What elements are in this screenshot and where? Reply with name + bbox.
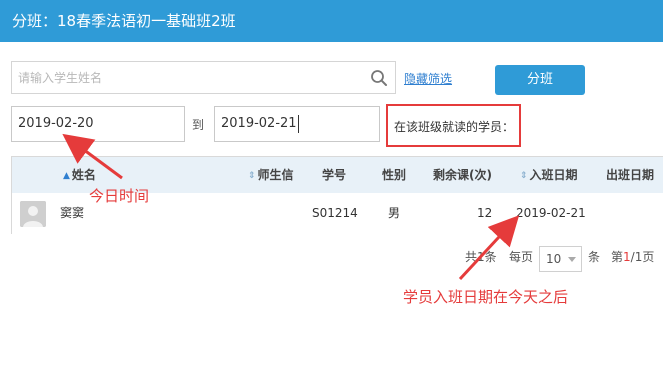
hide-filter-link[interactable]: 隐藏筛选 [404, 70, 452, 87]
cell-gender: 男 [388, 206, 401, 220]
highlight-box: 在该班级就读的学员： [386, 104, 521, 147]
search-box[interactable] [11, 61, 396, 94]
annotation-enter-after: 学员入班日期在今天之后 [403, 288, 569, 306]
per-page-label: 每页 [509, 250, 534, 264]
column-header-exit-date: 出班日期 [606, 168, 655, 182]
cell-enter-date: 2019-02-21 [516, 206, 586, 220]
chevron-down-icon [568, 257, 576, 262]
sort-icon: ⇕ [520, 171, 528, 181]
total-count: 共1条 [465, 250, 497, 264]
date-from-value: 2019-02-20 [18, 116, 94, 131]
avatar [20, 201, 46, 227]
enrolled-students-label: 在该班级就读的学员： [394, 120, 515, 134]
cell-student-id: S01214 [312, 206, 358, 220]
column-header-student-id: 学号 [322, 168, 347, 182]
date-range-to-label: 到 [192, 118, 205, 132]
cell-name[interactable]: 窦窦 [60, 193, 84, 234]
annotation-today: 今日时间 [89, 187, 150, 205]
date-from-input[interactable]: 2019-02-20 [11, 106, 185, 142]
text-caret [297, 114, 299, 133]
column-header-gender: 性别 [382, 168, 407, 182]
window-title: 分班：18春季法语初一基础班2班 [0, 0, 663, 42]
search-icon[interactable] [370, 69, 388, 87]
date-to-input[interactable]: 2019-02-21 [214, 106, 380, 142]
sort-icon: ⇕ [248, 171, 256, 181]
sort-asc-icon: ▲ [63, 171, 70, 181]
page-size-select[interactable]: 10 [539, 246, 582, 272]
assign-class-button[interactable]: 分班 [495, 65, 585, 95]
date-to-value: 2019-02-21 [221, 116, 297, 131]
search-input[interactable] [12, 62, 367, 93]
column-header-enter-date[interactable]: ⇕ 入班日期 [520, 157, 578, 193]
column-header-remaining: 剩余课(次) [433, 168, 492, 182]
per-page-suffix: 条 [588, 250, 601, 264]
column-header-teacher-letter[interactable]: ⇕ 师生信 [248, 157, 294, 193]
page-indicator: 第1/1页 [611, 250, 655, 264]
cell-remaining: 12 [477, 206, 493, 220]
